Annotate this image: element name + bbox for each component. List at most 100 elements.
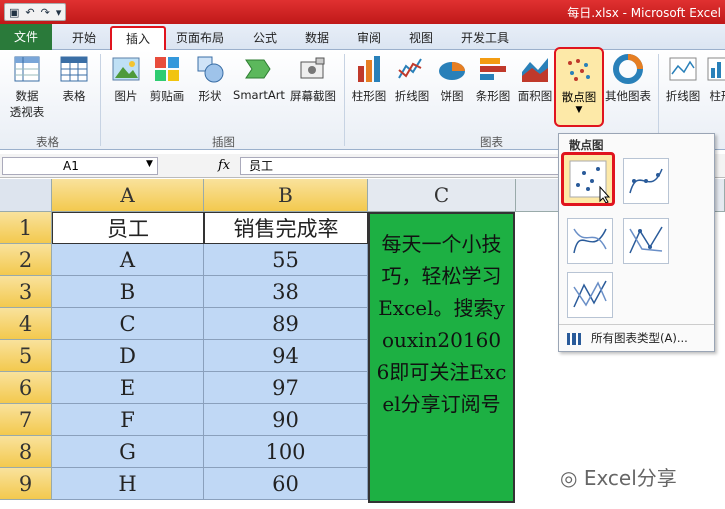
donut-chart-icon	[613, 54, 643, 84]
tab-review[interactable]: 审阅	[357, 29, 381, 46]
shapes-button[interactable]: 形状	[192, 54, 228, 104]
cell-rate[interactable]: 89	[204, 308, 368, 340]
pie-chart-button[interactable]: 饼图	[437, 54, 467, 104]
pie-chart-icon	[437, 54, 467, 84]
cell-rate[interactable]: 94	[204, 340, 368, 372]
row-header[interactable]: 2	[0, 244, 52, 276]
redo-icon[interactable]: ↷	[41, 6, 50, 19]
row-header[interactable]: 7	[0, 404, 52, 436]
tab-home[interactable]: 开始	[72, 29, 96, 46]
watermark: ◎ Excel分享	[560, 462, 677, 491]
area-chart-label: 面积图	[517, 89, 553, 103]
save-icon[interactable]: ▣	[9, 6, 19, 19]
scatter-chart-button[interactable]: 散点图 ▼	[554, 47, 604, 127]
scatter-chart-dropdown: 散点图 所有图表类型(A)...	[558, 133, 715, 352]
tab-view[interactable]: 视图	[409, 29, 433, 46]
column-header-c[interactable]: C	[368, 179, 516, 212]
cell-rate[interactable]: 38	[204, 276, 368, 308]
scatter-straight-markers-option[interactable]	[623, 218, 669, 264]
cell-employee[interactable]: A	[52, 244, 204, 276]
scatter-markers-icon	[569, 160, 611, 204]
column-header-a[interactable]: A	[52, 179, 204, 212]
scatter-smooth-markers-option[interactable]	[623, 158, 669, 204]
other-charts-button[interactable]: 其他图表	[604, 54, 652, 104]
row-header[interactable]: 1	[0, 212, 52, 244]
bar-chart-label: 条形图	[475, 89, 511, 103]
bar-chart-button[interactable]: 条形图	[473, 54, 513, 104]
clipart-label: 剪贴画	[149, 89, 185, 103]
bar-chart-icon	[478, 54, 508, 84]
tab-data[interactable]: 数据	[305, 29, 329, 46]
customize-icon[interactable]: ▾	[56, 6, 62, 19]
cell-rate[interactable]: 90	[204, 404, 368, 436]
tab-insert[interactable]: 插入	[110, 26, 166, 51]
scatter-straight-lines-option[interactable]	[567, 272, 613, 318]
sparkline-icon	[668, 54, 698, 84]
cell-employee[interactable]: H	[52, 468, 204, 500]
scatter-smooth-lines-option[interactable]	[567, 218, 613, 264]
sparkline-column-label: 柱形	[709, 89, 725, 103]
ribbon-tabs: 文件 开始 插入 页面布局 公式 数据 审阅 视图 开发工具	[0, 24, 725, 51]
screenshot-icon	[298, 54, 328, 84]
tip-note-cell[interactable]: 每天一个小技巧，轻松学习Excel。搜索youxin201606即可关注Exce…	[368, 212, 515, 503]
group-divider	[100, 54, 101, 146]
other-charts-label: 其他图表	[605, 89, 651, 103]
cell-employee[interactable]: F	[52, 404, 204, 436]
select-all-corner[interactable]	[0, 179, 52, 212]
row-header[interactable]: 6	[0, 372, 52, 404]
formula-input[interactable]: 员工	[240, 157, 570, 175]
row-header[interactable]: 8	[0, 436, 52, 468]
shapes-label: 形状	[198, 89, 222, 103]
table-label: 表格	[62, 89, 86, 103]
table-button[interactable]: 表格	[56, 54, 92, 104]
chevron-down-icon[interactable]: ▼	[146, 159, 153, 169]
all-chart-types-link[interactable]: 所有图表类型(A)...	[567, 330, 688, 346]
row-header[interactable]: 4	[0, 308, 52, 340]
sparkline-line-button[interactable]: 折线图	[663, 54, 703, 104]
undo-icon[interactable]: ↶	[25, 6, 34, 19]
cell-employee[interactable]: C	[52, 308, 204, 340]
clipart-button[interactable]: 剪贴画	[147, 54, 187, 104]
cell-rate[interactable]: 60	[204, 468, 368, 500]
cell-employee[interactable]: B	[52, 276, 204, 308]
cell-header-sales-rate[interactable]: 销售完成率	[204, 212, 368, 244]
picture-button[interactable]: 图片	[108, 54, 144, 104]
scatter-chart-icon	[564, 55, 594, 85]
smartart-icon	[244, 54, 274, 84]
column-chart-button[interactable]: 柱形图	[349, 54, 389, 104]
tab-page-layout[interactable]: 页面布局	[176, 29, 224, 46]
cell-employee[interactable]: E	[52, 372, 204, 404]
cell-header-employee[interactable]: 员工	[52, 212, 204, 244]
tab-formulas[interactable]: 公式	[253, 29, 277, 46]
scatter-markers-only-option[interactable]	[561, 152, 615, 206]
cell-rate[interactable]: 97	[204, 372, 368, 404]
sparkline-column-button[interactable]: 柱形	[706, 54, 725, 104]
column-header-b[interactable]: B	[204, 179, 368, 212]
row-header[interactable]: 3	[0, 276, 52, 308]
scatter-straight-markers-icon	[629, 226, 663, 254]
picture-icon	[111, 54, 141, 84]
screenshot-button[interactable]: 屏幕截图	[287, 54, 339, 104]
tab-file[interactable]: 文件	[0, 24, 52, 50]
cell-rate[interactable]: 100	[204, 436, 368, 468]
column-chart-icon	[354, 54, 384, 84]
pivot-table-button[interactable]: 数据 透视表	[4, 54, 50, 120]
column-chart-label: 柱形图	[351, 89, 387, 103]
group-illustrations-label: 插图	[212, 135, 235, 149]
pivot-table-icon	[12, 54, 42, 84]
wechat-icon: ◎	[560, 466, 578, 490]
smartart-button[interactable]: SmartArt	[232, 54, 286, 102]
line-chart-label: 折线图	[394, 89, 430, 103]
cell-employee[interactable]: D	[52, 340, 204, 372]
tab-developer[interactable]: 开发工具	[461, 29, 509, 46]
line-chart-button[interactable]: 折线图	[392, 54, 432, 104]
row-header[interactable]: 9	[0, 468, 52, 500]
shapes-icon	[195, 54, 225, 84]
cell-employee[interactable]: G	[52, 436, 204, 468]
cell-rate[interactable]: 55	[204, 244, 368, 276]
name-box[interactable]: A1	[2, 157, 158, 175]
row-header[interactable]: 5	[0, 340, 52, 372]
area-chart-button[interactable]: 面积图	[515, 54, 555, 104]
area-chart-icon	[520, 54, 550, 84]
fx-icon[interactable]: fx	[218, 158, 230, 173]
